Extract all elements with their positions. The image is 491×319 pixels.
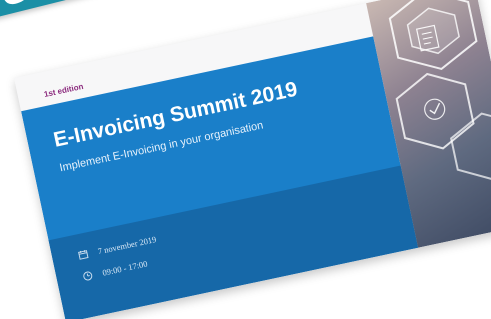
headline-ribbon: ess E-: [0, 0, 170, 21]
edition-label: 1st edition: [43, 81, 85, 100]
event-time: 09:00 - 17:00: [101, 258, 149, 278]
clock-icon: [82, 270, 94, 282]
event-time-row: 09:00 - 17:00: [82, 258, 148, 281]
event-date: 7 november 2019: [96, 234, 158, 257]
calendar-icon: [77, 249, 89, 261]
ribbon-text: ess E-: [0, 0, 122, 15]
banner-stage: ess E- 1st edition E-Invoicing Summit 20…: [0, 0, 491, 319]
event-card[interactable]: 1st edition E-Invoicing Summit 2019 Impl…: [14, 0, 491, 319]
event-date-row: 7 november 2019: [77, 234, 157, 260]
event-info-band: 7 november 2019 09:00 - 17:00: [48, 165, 419, 319]
